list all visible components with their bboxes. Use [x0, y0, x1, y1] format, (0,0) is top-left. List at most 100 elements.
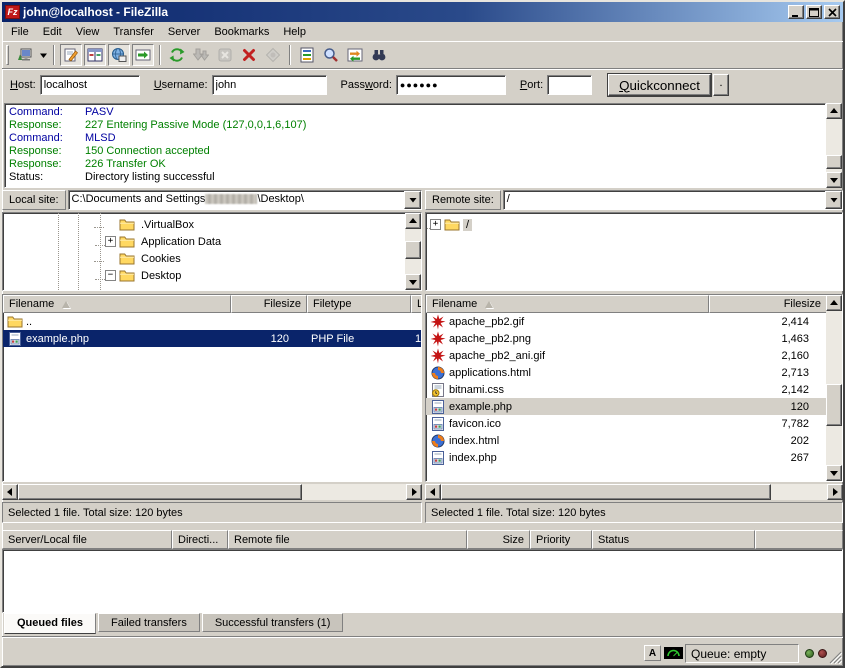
tree-item--virtualbox[interactable]: .VirtualBox — [3, 216, 421, 233]
port-label: Port: — [520, 79, 543, 91]
site-manager-button[interactable] — [14, 44, 36, 66]
remote-scroll-thumb[interactable] — [826, 384, 842, 426]
menu-item-edit[interactable]: Edit — [36, 24, 69, 40]
tab-successful-transfers-1-[interactable]: Successful transfers (1) — [202, 613, 344, 632]
resize-grip[interactable] — [829, 651, 842, 667]
column-header-filename[interactable]: Filename — [3, 295, 231, 313]
remote-hscrollbar[interactable] — [425, 484, 843, 500]
toggle-message-log-button[interactable] — [60, 44, 82, 66]
log-scrollbar[interactable] — [826, 103, 842, 188]
log-scroll-up-button[interactable] — [826, 103, 842, 119]
file-name: example.php — [26, 333, 89, 345]
file-row--[interactable]: .. — [3, 313, 421, 330]
queue-column-priority[interactable]: Priority — [530, 530, 592, 549]
file-row-applications-html[interactable]: applications.html2,713 — [426, 364, 842, 381]
local-site-row: Local site: C:\Documents and Settings\De… — [2, 190, 422, 210]
refresh-icon — [169, 47, 185, 63]
column-header-filesize[interactable]: Filesize — [709, 295, 827, 313]
file-row-index-php[interactable]: index.php267 — [426, 449, 842, 466]
toggle-local-tree-button[interactable] — [84, 44, 106, 66]
local-tree-scroll-down-button[interactable] — [405, 274, 421, 290]
remote-path-dropdown-button[interactable] — [825, 191, 842, 209]
menu-item-server[interactable]: Server — [161, 24, 207, 40]
find-files-button[interactable] — [368, 44, 390, 66]
column-header-filesize[interactable]: Filesize — [231, 295, 307, 313]
queue-column-directi-[interactable]: Directi... — [172, 530, 228, 549]
app-icon[interactable]: Fz — [5, 5, 20, 19]
tree-item-cookies[interactable]: Cookies — [3, 250, 421, 267]
file-row-apache-pb2-ani-gif[interactable]: apache_pb2_ani.gif2,160 — [426, 347, 842, 364]
toolbar-grip[interactable] — [6, 45, 9, 65]
disconnect-button[interactable] — [238, 44, 260, 66]
column-header-filename[interactable]: Filename — [426, 295, 709, 313]
file-row-apache-pb2-gif[interactable]: apache_pb2.gif2,414 — [426, 313, 842, 330]
toggle-remote-tree-button[interactable] — [108, 44, 130, 66]
queue-column-status[interactable]: Status — [592, 530, 755, 549]
remote-scroll-up-button[interactable] — [826, 295, 842, 311]
column-header-l[interactable]: L — [411, 295, 422, 313]
queue-column-remote-file[interactable]: Remote file — [228, 530, 467, 549]
folder-icon — [444, 217, 460, 233]
quickconnect-dropdown-button[interactable] — [713, 74, 729, 96]
menu-item-transfer[interactable]: Transfer — [106, 24, 161, 40]
local-site-combobox[interactable]: C:\Documents and Settings\Desktop\ — [68, 190, 422, 210]
menu-item-file[interactable]: File — [4, 24, 36, 40]
host-input[interactable] — [40, 75, 140, 95]
local-path-value[interactable]: C:\Documents and Settings\Desktop\ — [69, 191, 404, 209]
menu-item-view[interactable]: View — [69, 24, 107, 40]
log-scroll-thumb[interactable] — [826, 155, 842, 169]
menu-item-bookmarks[interactable]: Bookmarks — [207, 24, 276, 40]
local-scroll-right-button[interactable] — [406, 484, 422, 500]
file-row-index-html[interactable]: index.html202 — [426, 432, 842, 449]
file-row-favicon-ico[interactable]: favicon.ico7,782 — [426, 415, 842, 432]
remote-list-scrollbar[interactable] — [826, 295, 842, 481]
toggle-transfer-queue-button[interactable] — [132, 44, 154, 66]
file-row-example-php[interactable]: example.php120PHP File1 — [3, 330, 421, 347]
queue-column-size[interactable]: Size — [467, 530, 530, 549]
tree-item-application-data[interactable]: +Application Data — [3, 233, 421, 250]
local-tree-scroll-thumb[interactable] — [405, 241, 421, 259]
refresh-button[interactable] — [166, 44, 188, 66]
menu-item-help[interactable]: Help — [276, 24, 313, 40]
expand-plus-icon[interactable]: + — [105, 236, 116, 247]
remote-site-combobox[interactable]: / — [503, 190, 843, 210]
quickconnect-button[interactable]: Quickconnect — [608, 74, 711, 96]
password-input[interactable] — [396, 75, 506, 95]
minimize-button[interactable] — [788, 5, 804, 19]
directory-filter-button[interactable] — [296, 44, 318, 66]
port-input[interactable] — [547, 75, 592, 95]
maximize-button[interactable] — [806, 5, 822, 19]
file-row-bitnami-css[interactable]: bitnami.css2,142 — [426, 381, 842, 398]
log-scroll-down-button[interactable] — [826, 172, 842, 188]
local-tree-scroll-up-button[interactable] — [405, 213, 421, 229]
expand-plus-icon[interactable]: + — [430, 219, 441, 230]
activity-led-green — [805, 649, 814, 658]
toolbar-separator — [289, 45, 291, 65]
collapse-minus-icon[interactable]: − — [105, 270, 116, 281]
column-header-filetype[interactable]: Filetype — [307, 295, 411, 313]
remote-hscroll-thumb[interactable] — [441, 484, 771, 500]
local-scroll-left-button[interactable] — [2, 484, 18, 500]
queue-column-server-local-file[interactable]: Server/Local file — [2, 530, 172, 549]
reconnect-icon — [265, 47, 281, 63]
username-input[interactable] — [212, 75, 327, 95]
file-row-apache-pb2-png[interactable]: apache_pb2.png1,463 — [426, 330, 842, 347]
remote-scroll-down-button[interactable] — [826, 465, 842, 481]
tree-item-desktop[interactable]: −Desktop — [3, 267, 421, 284]
remote-scroll-left-button[interactable] — [425, 484, 441, 500]
close-button[interactable] — [824, 5, 840, 19]
synchronized-browsing-button[interactable] — [344, 44, 366, 66]
remote-scroll-right-button[interactable] — [827, 484, 843, 500]
tree-item--[interactable]: +/ — [426, 216, 842, 233]
tab-failed-transfers[interactable]: Failed transfers — [98, 613, 200, 632]
site-manager-dropdown-button[interactable] — [37, 44, 49, 66]
directory-comparison-button[interactable] — [320, 44, 342, 66]
message-log-panel: Command:PASVResponse:227 Entering Passiv… — [2, 101, 843, 189]
local-path-dropdown-button[interactable] — [404, 191, 421, 209]
file-row-example-php[interactable]: example.php120 — [426, 398, 842, 415]
local-tree-scrollbar[interactable] — [405, 213, 421, 290]
remote-path-value[interactable]: / — [504, 191, 825, 209]
local-hscroll-thumb[interactable] — [18, 484, 302, 500]
tab-queued-files[interactable]: Queued files — [4, 613, 96, 634]
local-hscrollbar[interactable] — [2, 484, 422, 500]
